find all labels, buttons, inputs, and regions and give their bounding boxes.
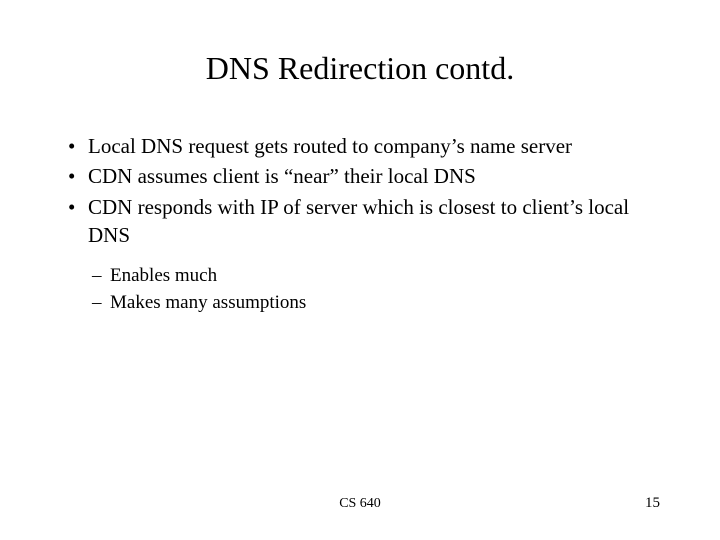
slide: DNS Redirection contd. Local DNS request… [0,0,720,540]
subbullet-item: Enables much [88,263,660,290]
bullet-list-level2: Enables much Makes many assumptions [88,263,660,316]
slide-title: DNS Redirection contd. [60,50,660,87]
bullet-item: CDN responds with IP of server which is … [60,193,660,250]
slide-footer: CS 640 15 [0,495,720,512]
bullet-list-level1: Local DNS request gets routed to company… [60,132,660,249]
footer-course-label: CS 640 [160,496,560,512]
bullet-item: CDN assumes client is “near” their local… [60,162,660,190]
subbullet-item: Makes many assumptions [88,290,660,317]
bullet-item: Local DNS request gets routed to company… [60,132,660,160]
footer-page-number: 15 [560,495,660,512]
